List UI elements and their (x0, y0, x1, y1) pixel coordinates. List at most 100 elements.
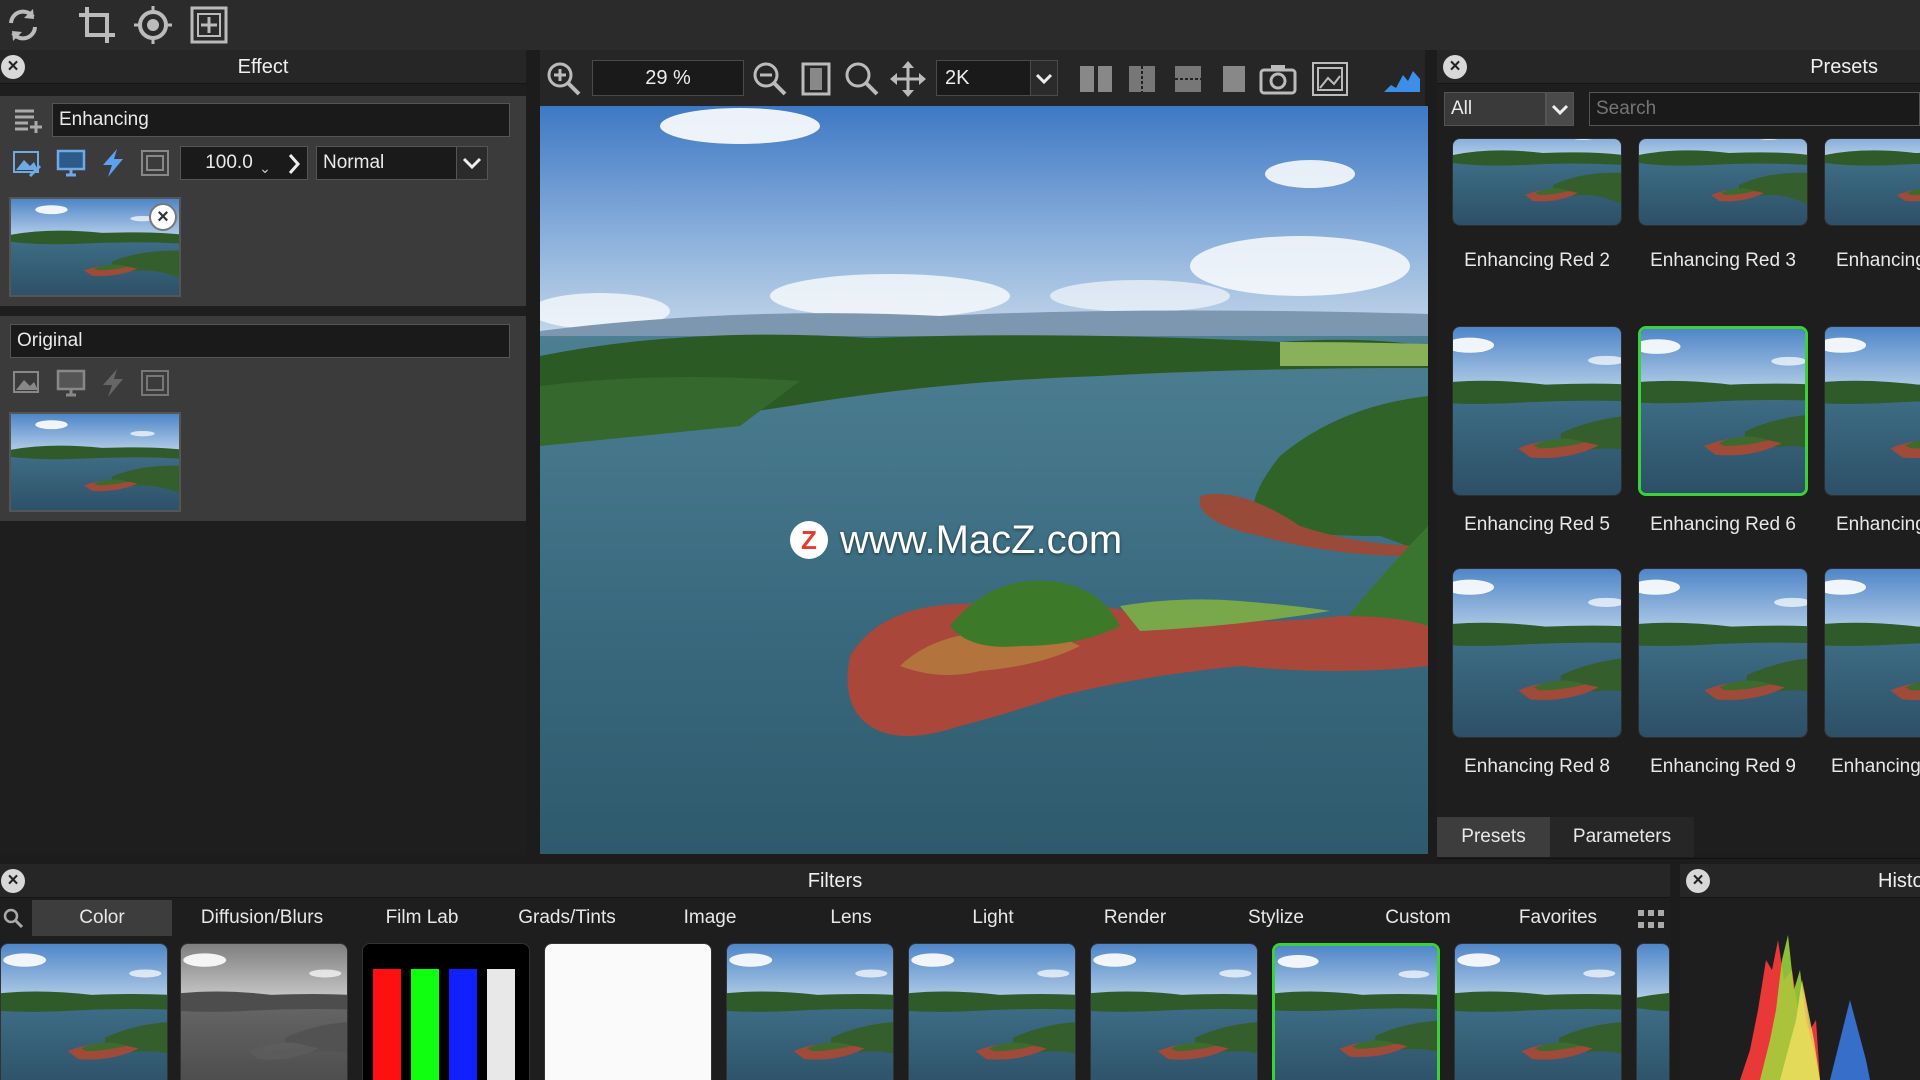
preset-thumbnail (1641, 329, 1805, 493)
filter-thumbnail[interactable] (1636, 943, 1670, 1080)
tab-color[interactable]: Color (32, 900, 172, 936)
crop-icon[interactable] (74, 2, 120, 48)
tab-image[interactable]: Image (642, 900, 778, 936)
refresh-icon[interactable] (0, 2, 46, 48)
layer-mask-icon[interactable] (138, 366, 172, 400)
split-view-icon[interactable] (1076, 59, 1116, 99)
preset-thumbnail (1825, 569, 1920, 737)
tab-favorites[interactable]: Favorites (1492, 900, 1624, 936)
lake-landscape-image (540, 106, 1428, 854)
zoom-in-icon[interactable] (544, 59, 584, 99)
chevron-down-icon[interactable] (1030, 60, 1058, 96)
effect-panel-header: × Effect (0, 50, 526, 84)
histogram-panel-title: Histo (1878, 870, 1920, 892)
preset-thumbnail (1639, 569, 1807, 737)
tab-lens[interactable]: Lens (778, 900, 924, 936)
display-icon[interactable] (54, 366, 88, 400)
opacity-stepper-icon[interactable]: ⌄ (258, 158, 272, 178)
image-viewer[interactable] (540, 106, 1428, 854)
filter-thumbnail-selected[interactable] (1272, 943, 1440, 1080)
tab-custom[interactable]: Custom (1344, 900, 1492, 936)
preset-card[interactable]: Enhancing Red 2 (1452, 138, 1622, 271)
chevron-down-icon[interactable] (456, 146, 488, 180)
tab-film-lab[interactable]: Film Lab (352, 900, 492, 936)
presets-panel-header: × Presets (1437, 50, 1920, 84)
tab-parameters[interactable]: Parameters (1550, 817, 1694, 857)
fit-to-window-icon[interactable] (796, 59, 836, 99)
image-mask-icon[interactable] (10, 366, 44, 400)
filter-preview-image (1091, 944, 1257, 1080)
focus-icon[interactable] (130, 2, 176, 48)
preset-card[interactable]: Enhancing Red 9 (1638, 568, 1808, 777)
split-horizontal-icon[interactable] (1168, 59, 1208, 99)
display-icon[interactable] (54, 146, 88, 180)
macz-logo-icon: Z (790, 521, 828, 559)
layer-name-field[interactable]: Original (10, 324, 510, 358)
camera-icon[interactable] (1258, 59, 1298, 99)
preset-card[interactable]: Enhancing Red 5 (1452, 326, 1622, 535)
layer-enhancing[interactable]: Enhancing 100.0 ⌄ Normal × (0, 96, 526, 306)
preset-category-select[interactable]: All (1444, 92, 1546, 126)
preset-card[interactable]: Enhancing (1824, 568, 1920, 788)
compare-image-icon[interactable] (1310, 59, 1350, 99)
layer-thumbnail[interactable] (9, 412, 181, 512)
filter-thumbnail[interactable] (908, 943, 1076, 1080)
preset-label: Enhancing Red 6 (1650, 514, 1796, 535)
effect-panel: × Effect Enhancing 100.0 ⌄ Normal × Orig… (0, 50, 526, 855)
tab-light[interactable]: Light (924, 900, 1062, 936)
tab-diffusion-blurs[interactable]: Diffusion/Blurs (172, 900, 352, 936)
layer-list-icon[interactable] (10, 103, 44, 137)
remove-layer-button[interactable]: × (149, 203, 177, 231)
filter-thumbnail[interactable] (1454, 943, 1622, 1080)
filter-thumbnail[interactable] (726, 943, 894, 1080)
effect-panel-title: Effect (237, 56, 289, 78)
search-icon[interactable] (0, 902, 26, 934)
magnifier-icon[interactable] (842, 59, 882, 99)
preset-label: Enhancing Red 2 (1464, 250, 1610, 271)
zoom-out-icon[interactable] (750, 59, 790, 99)
tab-presets[interactable]: Presets (1437, 817, 1550, 857)
chevron-right-icon[interactable] (282, 150, 306, 178)
filters-panel-header: × Filters (0, 864, 1670, 898)
lightning-icon[interactable] (96, 146, 130, 180)
tab-grads-tints[interactable]: Grads/Tints (492, 900, 642, 936)
layer-name-field[interactable]: Enhancing (52, 103, 510, 137)
filter-preview-image-bw (181, 944, 347, 1080)
histogram-panel-header: × Histo (1680, 864, 1920, 898)
presets-panel-title: Presets (1810, 56, 1878, 78)
layer-mask-icon[interactable] (138, 146, 172, 180)
resolution-select[interactable]: 2K (936, 60, 1030, 96)
lightning-icon[interactable] (96, 366, 130, 400)
filter-thumbnail[interactable] (0, 943, 168, 1080)
filter-thumbnail[interactable] (544, 943, 712, 1080)
preset-label: Enhancing Red 3 (1650, 250, 1796, 271)
tab-stylize[interactable]: Stylize (1208, 900, 1344, 936)
preset-card-selected[interactable]: Enhancing Red 6 (1638, 326, 1808, 535)
grid-view-icon[interactable] (1636, 906, 1666, 934)
add-frame-icon[interactable] (186, 2, 232, 48)
close-histogram-panel-button[interactable]: × (1686, 869, 1710, 893)
lake-thumbnail-image (11, 414, 179, 510)
filter-preview-image (1455, 944, 1621, 1080)
chevron-down-icon[interactable] (1546, 92, 1574, 126)
filter-thumbnail[interactable] (1090, 943, 1258, 1080)
preset-card[interactable]: Enhancing Red 8 (1452, 568, 1622, 777)
preset-card[interactable]: Enhancing Red 3 (1638, 138, 1808, 271)
histogram-icon[interactable] (1382, 59, 1422, 99)
layer-original[interactable]: Original (0, 316, 526, 521)
layer-thumbnail[interactable]: × (9, 197, 181, 297)
app-toolbar (0, 0, 1920, 50)
zoom-level-field[interactable]: 29 % (592, 60, 744, 96)
image-mask-icon[interactable] (10, 146, 44, 180)
preset-search-input[interactable] (1589, 92, 1920, 126)
filter-thumbnail[interactable] (362, 943, 530, 1080)
tab-render[interactable]: Render (1062, 900, 1208, 936)
filter-thumbnail[interactable] (180, 943, 348, 1080)
rgb-bars-image (373, 969, 515, 1080)
pan-move-icon[interactable] (888, 59, 928, 99)
single-view-icon[interactable] (1214, 59, 1254, 99)
preset-thumbnail (1825, 327, 1920, 495)
preset-card[interactable]: Enhancing (1824, 326, 1920, 546)
split-vertical-icon[interactable] (1122, 59, 1162, 99)
divider (1437, 858, 1920, 859)
